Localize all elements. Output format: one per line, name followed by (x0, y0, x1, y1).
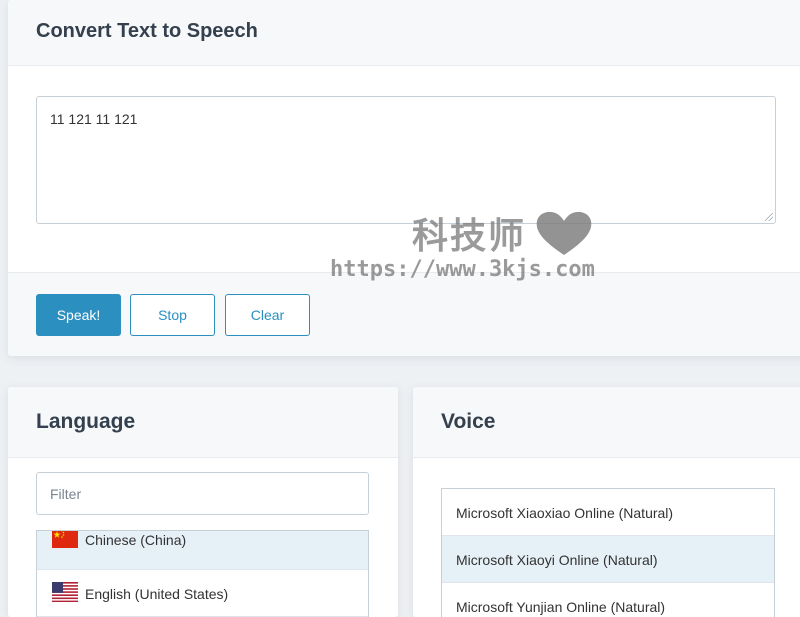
cn-flag-icon (52, 531, 78, 548)
voice-item-label: Microsoft Xiaoxiao Online (Natural) (456, 505, 674, 521)
filter-placeholder: Filter (50, 486, 82, 502)
language-title: Language (36, 410, 136, 433)
voice-item-label: Microsoft Yunjian Online (Natural) (456, 599, 666, 615)
language-header: Language (8, 387, 398, 458)
language-item-label: Chinese (China) (85, 532, 187, 548)
clear-button[interactable]: Clear (225, 294, 310, 336)
tts-text-value: 11 121 11 121 (50, 111, 138, 127)
voice-title: Voice (441, 410, 496, 433)
tts-card: Convert Text to Speech 11 121 11 121 Spe… (8, 0, 800, 356)
language-item-chinese[interactable]: Chinese (China) (37, 531, 368, 570)
language-item-english[interactable]: English (United States) (37, 570, 368, 617)
voice-header: Voice (413, 387, 800, 458)
tts-actions: Speak! Stop Clear (8, 272, 800, 356)
voice-card: Voice Microsoft Xiaoxiao Online (Natural… (413, 387, 800, 617)
voice-item-yunjian[interactable]: Microsoft Yunjian Online (Natural) (442, 583, 774, 617)
language-item-label: English (United States) (85, 586, 229, 602)
voice-item-label: Microsoft Xiaoyi Online (Natural) (456, 552, 658, 568)
voice-item-xiaoyi[interactable]: Microsoft Xiaoyi Online (Natural) (442, 536, 774, 583)
language-filter-input[interactable]: Filter (36, 472, 369, 515)
stop-button[interactable]: Stop (130, 294, 215, 336)
speak-button[interactable]: Speak! (36, 294, 121, 336)
tts-title: Convert Text to Speech (36, 20, 258, 42)
tts-textarea[interactable]: 11 121 11 121 (36, 96, 776, 224)
voice-list[interactable]: Microsoft Xiaoxiao Online (Natural) Micr… (441, 488, 775, 617)
language-list[interactable]: Chinese (China) English (United States) (36, 530, 369, 617)
language-card: Language Filter Chinese (China) English … (8, 387, 398, 617)
us-flag-icon (52, 582, 78, 602)
resize-grip-icon[interactable] (765, 213, 773, 221)
voice-item-xiaoxiao[interactable]: Microsoft Xiaoxiao Online (Natural) (442, 489, 774, 536)
tts-header: Convert Text to Speech (8, 0, 800, 66)
